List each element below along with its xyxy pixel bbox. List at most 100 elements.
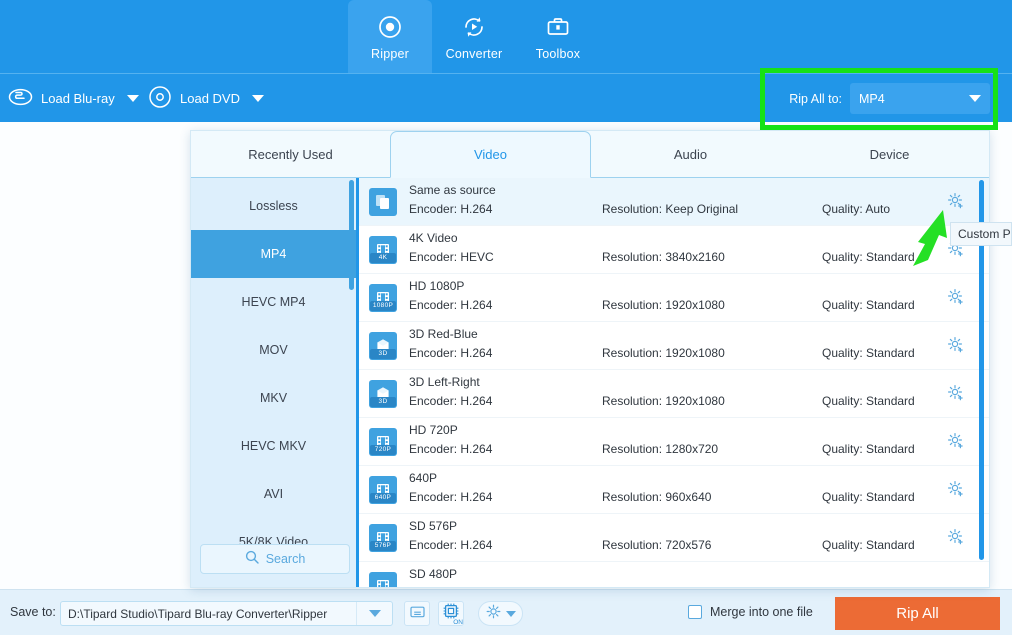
format-row-texts: SD 480P <box>397 562 989 587</box>
convert-refresh-icon <box>461 12 487 42</box>
search-input[interactable]: Search <box>200 544 350 574</box>
acceleration-state-label: ON <box>453 619 463 626</box>
category-avi[interactable]: AVI <box>191 470 356 518</box>
rip-all-to-label: Rip All to: <box>789 92 842 106</box>
chevron-down-icon[interactable] <box>252 95 264 102</box>
tab-audio[interactable]: Audio <box>591 131 790 178</box>
format-encoder: Encoder: H.264 <box>409 298 492 312</box>
format-title: HD 720P <box>409 423 458 437</box>
format-quality: Quality: Standard <box>822 394 915 408</box>
format-row[interactable]: 3D 3D Left-Right Encoder: H.264 Resolution:… <box>356 370 989 418</box>
rip-all-to-dropdown[interactable]: MP4 <box>850 83 990 114</box>
format-resolution: Resolution: 720x576 <box>602 538 711 552</box>
format-title: 4K Video <box>409 231 458 245</box>
format-resolution: Resolution: 3840x2160 <box>602 250 725 264</box>
cube-3d-icon: 3D <box>369 332 397 360</box>
format-dropdown-panel: Recently Used Video Audio Device Lossles… <box>190 130 990 588</box>
chevron-down-icon[interactable] <box>127 95 139 102</box>
load-bluray-button[interactable]: Load Blu-ray <box>8 74 139 123</box>
category-scrollbar[interactable] <box>349 180 354 290</box>
nav-tab-ripper[interactable]: Ripper <box>348 0 432 73</box>
hardware-acceleration-button[interactable]: ON <box>438 601 464 626</box>
search-icon <box>245 550 259 569</box>
toolbox-icon <box>545 12 571 42</box>
format-row[interactable]: 720PHD 720PEncoder: H.264Resolution: 128… <box>356 418 989 466</box>
category-mov[interactable]: MOV <box>191 326 356 374</box>
cube-3d-icon: 3D <box>369 380 397 408</box>
format-row[interactable]: 1080PHD 1080PEncoder: H.264Resolution: 1… <box>356 274 989 322</box>
format-encoder: Encoder: H.264 <box>409 442 492 456</box>
format-badge: 1080P <box>370 301 396 311</box>
gear-icon <box>486 604 501 624</box>
list-left-divider <box>356 178 359 587</box>
format-row-texts: HD 720P Encoder: H.264 Resolution: 1280x72… <box>397 418 989 465</box>
nav-tab-ripper-label: Ripper <box>371 47 409 61</box>
category-hevc-mp4[interactable]: HEVC MP4 <box>191 278 356 326</box>
format-row-texts: 3D Left-Right Encoder: H.264 Resolution: 1… <box>397 370 989 417</box>
format-resolution: Resolution: 1280x720 <box>602 442 718 456</box>
custom-profile-gear-icon[interactable] <box>947 336 967 356</box>
tab-recently-used[interactable]: Recently Used <box>191 131 390 178</box>
category-lossless[interactable]: Lossless <box>191 182 356 230</box>
format-resolution: Resolution: 960x640 <box>602 490 711 504</box>
checkbox-box <box>688 605 702 619</box>
rip-all-button[interactable]: Rip All <box>835 597 1000 630</box>
custom-profile-gear-icon[interactable] <box>947 528 967 548</box>
save-to-label: Save to: <box>10 605 56 619</box>
custom-profile-gear-icon[interactable] <box>947 480 967 500</box>
custom-profile-gear-icon[interactable] <box>947 384 967 404</box>
format-title: 3D Left-Right <box>409 375 480 389</box>
format-quality: Quality: Auto <box>822 202 890 216</box>
save-path-dropdown[interactable] <box>356 602 392 625</box>
film-strip-icon: 640P <box>369 476 397 504</box>
format-row[interactable]: 480P SD 480P <box>356 562 989 587</box>
format-badge: 3D <box>370 349 396 359</box>
film-strip-icon: 4K <box>369 236 397 264</box>
custom-profile-tooltip: Custom Profile <box>950 222 1012 246</box>
category-mkv[interactable]: MKV <box>191 374 356 422</box>
open-folder-button[interactable] <box>404 601 430 626</box>
merge-label: Merge into one file <box>710 605 813 619</box>
settings-button[interactable] <box>478 601 523 626</box>
film-strip-icon: 576P <box>369 524 397 552</box>
nav-tab-toolbox[interactable]: Toolbox <box>516 0 600 73</box>
format-quality: Quality: Standard <box>822 442 915 456</box>
save-path-field[interactable]: D:\Tipard Studio\Tipard Blu-ray Converte… <box>60 601 393 626</box>
category-mp4[interactable]: MP4 <box>191 230 356 278</box>
tab-video[interactable]: Video <box>390 131 591 178</box>
format-title: SD 576P <box>409 519 457 533</box>
format-quality: Quality: Standard <box>822 298 915 312</box>
chevron-down-icon <box>506 611 516 617</box>
custom-profile-gear-icon[interactable] <box>947 288 967 308</box>
format-row[interactable]: 640P640PEncoder: H.264Resolution: 960x64… <box>356 466 989 514</box>
format-encoder: Encoder: HEVC <box>409 250 494 264</box>
category-hevc-mkv[interactable]: HEVC MKV <box>191 422 356 470</box>
tab-device[interactable]: Device <box>790 131 989 178</box>
film-strip-icon: 480P <box>369 572 397 588</box>
format-quality: Quality: Standard <box>822 538 915 552</box>
app-header: Ripper Converter <box>0 0 1012 73</box>
format-title: SD 480P <box>409 567 457 581</box>
custom-profile-gear-icon[interactable] <box>947 432 967 452</box>
format-badge: 640P <box>370 493 396 503</box>
folder-icon <box>410 604 425 624</box>
copy-pages-icon <box>369 188 397 216</box>
format-title: Same as source <box>409 183 496 197</box>
format-row[interactable]: 3D3D Red-BlueEncoder: H.264Resolution: 1… <box>356 322 989 370</box>
format-row[interactable]: 576PSD 576PEncoder: H.264Resolution: 720… <box>356 514 989 562</box>
format-title: HD 1080P <box>409 279 464 293</box>
nav-tab-toolbox-label: Toolbox <box>536 47 581 61</box>
format-quality: Quality: Standard <box>822 490 915 504</box>
format-encoder: Encoder: H.264 <box>409 202 492 216</box>
nav-tab-converter[interactable]: Converter <box>432 0 516 73</box>
load-dvd-label: Load DVD <box>180 91 240 106</box>
format-resolution: Resolution: 1920x1080 <box>602 394 725 408</box>
format-tabs: Recently Used Video Audio Device <box>191 131 989 178</box>
merge-into-one-file-checkbox[interactable]: Merge into one file <box>688 605 813 619</box>
load-dvd-button[interactable]: Load DVD <box>148 74 264 123</box>
bluray-disc-icon <box>8 87 33 110</box>
format-encoder: Encoder: H.264 <box>409 394 492 408</box>
format-title: 640P <box>409 471 437 485</box>
format-row-texts: HD 1080PEncoder: H.264Resolution: 1920x1… <box>397 274 989 321</box>
format-category-list: Lossless MP4 HEVC MP4 MOV MKV HEVC MKV A… <box>191 178 356 587</box>
